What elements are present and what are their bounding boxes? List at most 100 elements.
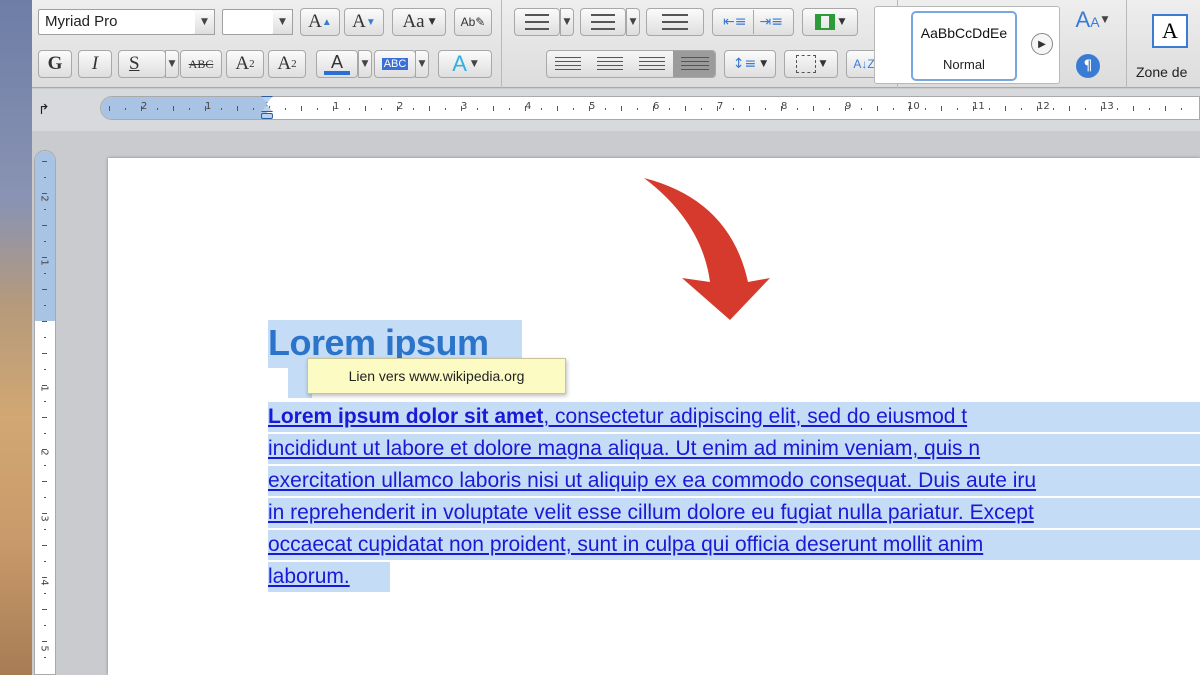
highlight-dropdown[interactable]: ▼ [415,50,429,78]
paragraph-line-5[interactable]: occaecat cupidatat non proident, sunt in… [268,530,1200,560]
ruler-tick [1053,108,1054,110]
ruler-tick [925,108,926,110]
horizontal-ruler[interactable]: 2 1 1 2 3 4 5 6 7 8 9 10 11 12 13 [100,96,1200,120]
font-color-dropdown[interactable]: ▼ [358,50,372,78]
shrink-font-label: A [352,11,366,32]
paragraph-line-6[interactable]: laborum. [268,562,390,592]
align-right-icon [639,57,665,71]
vertical-ruler[interactable]: 2 1 1 2 3 4 5 [34,150,56,675]
bulleted-list-icon [525,14,549,30]
italic-button[interactable]: I [78,50,112,78]
grow-font-label: A [308,11,322,32]
paragraph-line-1[interactable]: Lorem ipsum dolor sit amet, consectetur … [268,402,1200,432]
alignment-buttons[interactable] [546,50,716,78]
font-name-field[interactable]: Myriad Pro [38,9,196,35]
ruler-tick [44,497,46,498]
columns-icon [814,14,835,30]
paragraph-line-4[interactable]: in reprehenderit in voluptate velit esse… [268,498,1200,528]
superscript-label: A [235,53,250,74]
numbering-button[interactable] [580,8,626,36]
strikethrough-button[interactable]: ABC [180,50,222,78]
underline-dropdown[interactable]: ▼ [165,50,179,78]
justify-icon [681,57,709,71]
ruler-tick [333,106,334,111]
style-name-label: Normal [943,57,985,72]
ruler-tick [1037,106,1038,111]
ruler-tick [1117,108,1118,110]
ruler-tick [237,106,238,111]
borders-button[interactable]: ▼ [784,50,838,78]
ruler-tick [765,108,766,110]
justify-button[interactable] [673,51,715,77]
ruler-tick [957,108,958,110]
subscript-button[interactable]: A2 [268,50,306,78]
text-box-label: Zone de [1136,64,1188,80]
style-normal-card[interactable]: AaBbCcDdEe Normal [911,11,1017,81]
ruler-tick [42,385,47,386]
ruler-tick [157,108,158,110]
ruler-tick [653,106,654,111]
underline-label: S [129,53,140,74]
ruler-tick [109,106,110,111]
indent-marker[interactable] [261,96,273,120]
font-color-button[interactable]: A [316,50,358,78]
ruler-tick [42,449,47,450]
change-case-button[interactable]: Aa ▼ [392,8,446,36]
ruler-tick [42,289,47,290]
ruler-tick [42,641,47,642]
font-size-dropdown[interactable]: ▼ [273,9,293,35]
ruler-tick [44,465,46,466]
font-name-dropdown[interactable]: ▼ [195,9,215,35]
numbering-dropdown[interactable]: ▼ [626,8,640,36]
ruler-tick [733,108,734,110]
indent-buttons[interactable]: ⇤≡ ⇥≡ [712,8,794,36]
chevron-down-icon: ▼ [760,59,768,69]
ruler-tick [42,161,47,162]
paragraph-line-2[interactable]: incididunt ut labore et dolore magna ali… [268,434,1200,464]
ruler-tick [253,108,254,110]
ruler-tick [397,106,398,111]
ruler-tick [1149,108,1150,110]
ruler-tick [797,108,798,110]
ruler-number: 1 [38,385,50,392]
ruler-tick [205,106,206,111]
line-spacing-icon: ↕≡ [732,56,757,72]
line-spacing-button[interactable]: ↕≡ ▼ [724,50,776,78]
ruler-number: 3 [38,515,50,522]
highlight-label: ABC [381,58,409,70]
ruler-tick [42,481,47,482]
text-effects-button[interactable]: A ▼ [438,50,492,78]
shrink-font-button[interactable]: A ▼ [344,8,384,36]
bold-button[interactable]: G [38,50,72,78]
tab-selector-icon[interactable]: ↱ [38,102,50,118]
ruler-tick [477,108,478,110]
ruler-tick [813,106,814,111]
columns-button[interactable]: ▼ [802,8,858,36]
play-icon[interactable]: ▶ [1031,33,1053,55]
align-left-button[interactable] [547,51,589,77]
ruler-number: 4 [38,579,50,586]
styles-pane-button[interactable]: AA ▼ [1068,6,1116,34]
ruler-tick [44,433,46,434]
underline-button[interactable]: S [118,50,166,78]
sort-icon: A↓Z [853,57,875,71]
paragraph-marks-button[interactable]: ¶ [1072,52,1104,80]
paragraph-line-3[interactable]: exercitation ullamco laboris nisi ut ali… [268,466,1200,496]
group-divider [1126,0,1127,88]
grow-font-button[interactable]: A ▲ [300,8,340,36]
hyperlink-tooltip: Lien vers www.wikipedia.org [307,358,566,394]
paragraph-bold-text: Lorem ipsum dolor sit amet [268,405,544,428]
align-right-button[interactable] [631,51,673,77]
highlight-button[interactable]: ABC [374,50,416,78]
ruler-tick [42,257,47,258]
align-center-button[interactable] [589,51,631,77]
text-box-icon[interactable]: A [1152,14,1188,48]
ruler-tick [637,108,638,110]
font-size-field[interactable] [222,9,274,35]
multilevel-list-button[interactable] [646,8,704,36]
clear-formatting-button[interactable]: Ab✎ [454,8,492,36]
bullets-button[interactable] [514,8,560,36]
bullets-dropdown[interactable]: ▼ [560,8,574,36]
ruler-tick [42,577,47,578]
superscript-button[interactable]: A2 [226,50,264,78]
